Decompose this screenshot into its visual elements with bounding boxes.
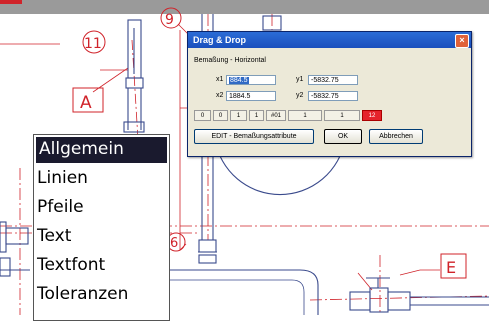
- menu-item-toleranzen[interactable]: Toleranzen: [34, 281, 169, 310]
- menu-item-pfeile[interactable]: Pfeile: [34, 194, 169, 223]
- toolbar-field[interactable]: 1: [324, 110, 360, 121]
- callout-label: E: [446, 258, 456, 277]
- menu-item-text[interactable]: Text: [34, 223, 169, 252]
- x2-field[interactable]: 1884.5: [226, 91, 276, 101]
- callout-label: 9: [165, 12, 174, 28]
- toolbar-field[interactable]: #01: [266, 110, 286, 121]
- y1-label: y1: [296, 76, 304, 83]
- y1-field[interactable]: -5832.75: [308, 75, 358, 85]
- toolbar-field[interactable]: 0: [194, 110, 211, 121]
- toolbar-field[interactable]: 0: [213, 110, 228, 121]
- x1-label: x1: [216, 76, 224, 83]
- y2-field[interactable]: -5832.75: [308, 91, 358, 101]
- dialog-subtitle: Bemaßung - Horizontal: [194, 57, 266, 64]
- drag-drop-dialog: Drag & Drop × Bemaßung - Horizontal x1 8…: [187, 31, 472, 157]
- toolbar-field[interactable]: 1: [230, 110, 247, 121]
- y2-label: y2: [296, 92, 304, 99]
- dialog-title-bar[interactable]: Drag & Drop ×: [188, 32, 471, 48]
- close-icon[interactable]: ×: [455, 34, 469, 48]
- x1-field[interactable]: 884.5: [226, 75, 276, 85]
- context-menu: Allgemein Linien Pfeile Text Textfont To…: [33, 134, 170, 321]
- x2-label: x2: [216, 92, 224, 99]
- menu-item-textfont[interactable]: Textfont: [34, 252, 169, 281]
- toolbar-field[interactable]: 1: [249, 110, 264, 121]
- toolbar-field[interactable]: 1: [288, 110, 322, 121]
- menu-item-allgemein[interactable]: Allgemein: [36, 137, 167, 163]
- dialog-title: Drag & Drop: [193, 35, 247, 45]
- cancel-button[interactable]: Abbrechen: [369, 129, 423, 144]
- edit-attributes-button[interactable]: EDIT - Bemaßungsattribute: [194, 129, 314, 144]
- callout-label: 11: [84, 36, 102, 52]
- callout-label: A: [80, 93, 92, 113]
- x1-value: 884.5: [229, 77, 249, 84]
- color-swatch[interactable]: 12: [362, 110, 382, 121]
- ok-button[interactable]: OK: [324, 129, 362, 144]
- menu-item-linien[interactable]: Linien: [34, 165, 169, 194]
- callout-label: 6: [170, 236, 178, 251]
